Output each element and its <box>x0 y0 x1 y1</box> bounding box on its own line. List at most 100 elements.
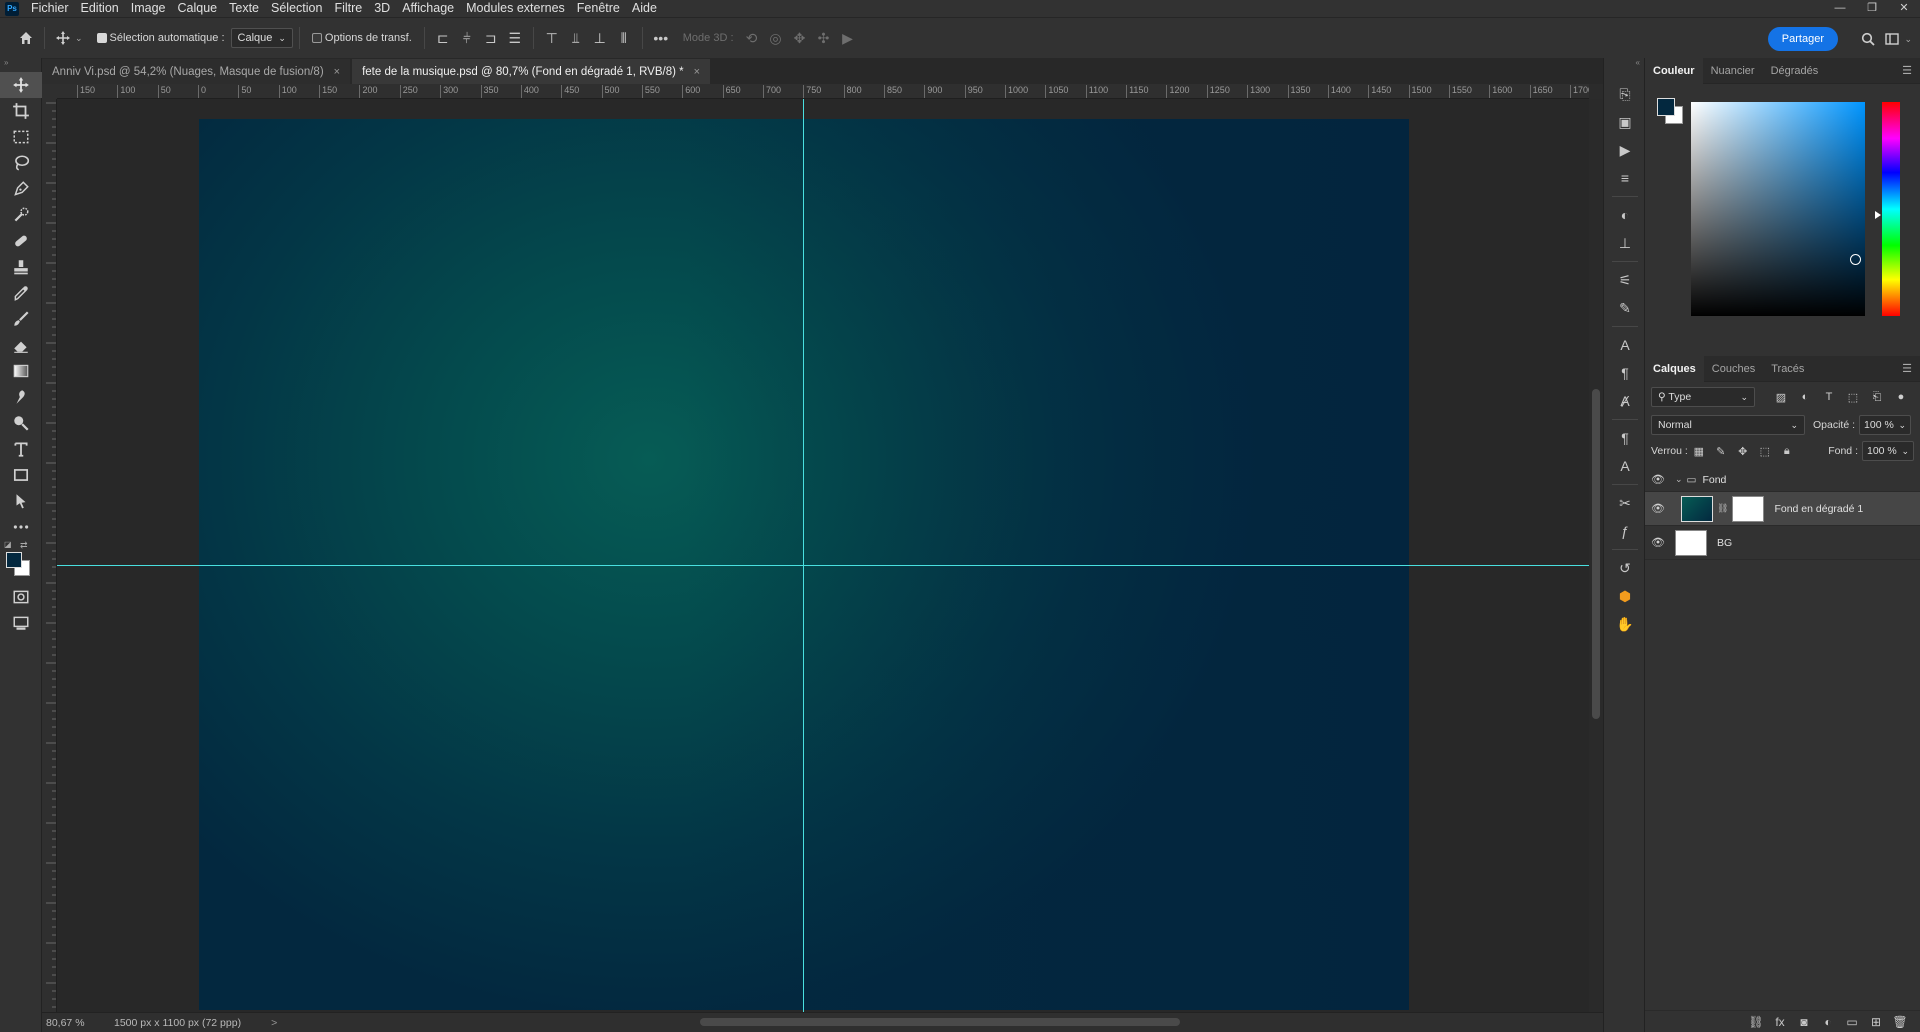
visibility-eye-icon[interactable]: 👁︎ <box>1645 473 1671 486</box>
more-options-icon[interactable]: ••• <box>649 26 673 50</box>
color-picker-cursor[interactable] <box>1850 254 1861 265</box>
actions-play-icon[interactable]: ▶ <box>1604 136 1646 164</box>
healing-brush-tool-icon[interactable] <box>0 228 42 254</box>
pen-tool-icon[interactable] <box>0 176 42 202</box>
align-center-h-icon[interactable]: ⫩ <box>455 26 479 50</box>
close-icon[interactable]: × <box>694 66 700 78</box>
shape-filter-icon[interactable]: ⬚ <box>1841 391 1865 404</box>
layer-name[interactable]: Fond en dégradé 1 <box>1774 503 1863 515</box>
lock-pixels-icon[interactable]: ✎ <box>1710 445 1732 458</box>
type-filter-icon[interactable]: T <box>1817 391 1841 403</box>
menu-image[interactable]: Image <box>125 0 172 17</box>
hue-slider-handle[interactable] <box>1875 211 1881 219</box>
path-selection-tool-icon[interactable] <box>0 488 42 514</box>
home-icon[interactable] <box>14 26 38 50</box>
more-tools-icon[interactable] <box>0 514 42 540</box>
align-bottom-icon[interactable]: ⊥ <box>588 26 612 50</box>
foreground-color-swatch[interactable] <box>6 552 22 568</box>
type-tool-icon[interactable] <box>0 436 42 462</box>
canvas-workspace[interactable] <box>57 99 1589 1012</box>
layer-thumbnail[interactable] <box>1675 529 1707 556</box>
history-icon[interactable]: ⎘ <box>1604 80 1646 108</box>
adjustment-layer-icon[interactable]: ◐ <box>1816 1015 1840 1029</box>
quick-selection-tool-icon[interactable] <box>0 202 42 228</box>
menu-filtre[interactable]: Filtre <box>328 0 368 17</box>
panel-menu-icon[interactable]: ☰ <box>1902 362 1912 375</box>
tab-couleur[interactable]: Couleur <box>1645 57 1703 84</box>
color-picker-field[interactable] <box>1691 102 1865 316</box>
default-colors-icon[interactable]: ◪ <box>4 540 12 549</box>
stamp-icon[interactable]: ⊥ <box>1604 229 1646 257</box>
distribute-horizontal-icon[interactable]: ⫴ <box>612 26 636 50</box>
panel-menu-icon[interactable]: ☰ <box>1902 64 1912 77</box>
share-button[interactable]: Partager <box>1767 27 1838 51</box>
character-styles-icon[interactable]: A <box>1604 452 1646 480</box>
distribute-vertical-icon[interactable]: ☰ <box>503 26 527 50</box>
crop-tool-icon[interactable] <box>0 98 42 124</box>
smudge-tool-icon[interactable] <box>0 384 42 410</box>
menu-fenetre[interactable]: Fenêtre <box>571 0 626 17</box>
opacity-input[interactable]: 100 % ⌄ <box>1859 415 1912 435</box>
character-icon[interactable]: A <box>1604 331 1646 359</box>
smart-object-filter-icon[interactable]: ⎗ <box>1865 391 1889 404</box>
collapse-icon[interactable]: » <box>0 58 41 72</box>
tab-fete-de-la-musique[interactable]: fete de la musique.psd @ 80,7% (Fond en … <box>352 59 711 84</box>
new-group-icon[interactable]: ▭ <box>1840 1015 1864 1029</box>
layer-thumbnail[interactable] <box>1681 495 1713 522</box>
zoom-level[interactable]: 80,67 % <box>46 1017 94 1029</box>
dodge-tool-icon[interactable] <box>0 410 42 436</box>
add-mask-icon[interactable]: ◙ <box>1792 1015 1816 1029</box>
scrollbar-thumb[interactable] <box>700 1018 1180 1026</box>
tab-couches[interactable]: Couches <box>1704 356 1763 382</box>
vertical-scrollbar[interactable] <box>1589 99 1603 1012</box>
layer-bg[interactable]: 👁︎ BG <box>1645 526 1920 560</box>
blend-mode-dropdown[interactable]: Normal ⌄ <box>1651 415 1805 435</box>
lock-artboard-icon[interactable]: ⬚ <box>1754 445 1776 458</box>
tab-anniv-vi[interactable]: Anniv Vi.psd @ 54,2% (Nuages, Masque de … <box>42 59 351 84</box>
lock-position-icon[interactable]: ✥ <box>1732 445 1754 458</box>
tool-presets-icon[interactable]: ✂ <box>1604 489 1646 517</box>
tab-degrades[interactable]: Dégradés <box>1763 58 1827 84</box>
vertical-guide[interactable] <box>803 99 804 1012</box>
adjustment-filter-icon[interactable]: ◐ <box>1793 391 1817 403</box>
visibility-eye-icon[interactable]: 👁︎ <box>1645 502 1671 515</box>
layer-mask-thumbnail[interactable] <box>1732 495 1765 522</box>
close-window-button[interactable]: ✕ <box>1888 0 1920 17</box>
menu-texte[interactable]: Texte <box>223 0 265 17</box>
marquee-tool-icon[interactable] <box>0 124 42 150</box>
eraser-tool-icon[interactable] <box>0 332 42 358</box>
gradient-tool-icon[interactable] <box>0 358 42 384</box>
rectangle-tool-icon[interactable] <box>0 462 42 488</box>
hue-slider[interactable] <box>1882 102 1900 316</box>
clone-stamp-tool-icon[interactable] <box>0 254 42 280</box>
fill-input[interactable]: 100 % ⌄ <box>1862 441 1914 461</box>
foreground-color-swatch[interactable] <box>1657 98 1675 116</box>
tab-calques[interactable]: Calques <box>1645 355 1704 382</box>
move-tool-icon[interactable] <box>0 72 42 98</box>
plugin-3d-icon[interactable]: ⬢ <box>1604 582 1646 610</box>
plugin-hand-icon[interactable]: ✋ <box>1604 610 1646 638</box>
paragraph-styles-icon[interactable]: ¶ <box>1604 424 1646 452</box>
auto-select-target-dropdown[interactable]: Calque ⌄ <box>230 28 293 48</box>
visibility-eye-icon[interactable]: 👁︎ <box>1645 536 1671 549</box>
brushes-icon[interactable]: ✎ <box>1604 294 1646 322</box>
layer-name[interactable]: Fond <box>1702 474 1726 486</box>
adjustments-icon[interactable]: ◐ <box>1604 201 1646 229</box>
swap-colors-icon[interactable]: ⇄ <box>20 540 28 551</box>
eyedropper-tool-icon[interactable] <box>0 280 42 306</box>
menu-modules-externes[interactable]: Modules externes <box>460 0 571 17</box>
layer-style-fx-icon[interactable]: fx <box>1768 1015 1792 1029</box>
lock-all-icon[interactable]: 🔒︎ <box>1776 445 1798 458</box>
layer-group-fond[interactable]: 👁︎ ⌄ ▭ Fond <box>1645 468 1920 492</box>
align-left-icon[interactable]: ⊏ <box>431 26 455 50</box>
align-top-icon[interactable]: ⊤ <box>540 26 564 50</box>
status-menu-arrow[interactable]: > <box>271 1017 277 1029</box>
lasso-tool-icon[interactable] <box>0 150 42 176</box>
vertical-ruler[interactable] <box>42 99 57 1012</box>
lock-transparency-icon[interactable]: ▦ <box>1688 445 1710 458</box>
align-right-icon[interactable]: ⊐ <box>479 26 503 50</box>
align-middle-v-icon[interactable]: ⫫ <box>564 26 588 50</box>
chevron-down-icon[interactable]: ⌄ <box>75 33 83 44</box>
link-layers-icon[interactable]: ⛓ <box>1744 1015 1768 1029</box>
layer-filter-dropdown[interactable]: ⚲ Type ⌄ <box>1651 387 1755 407</box>
